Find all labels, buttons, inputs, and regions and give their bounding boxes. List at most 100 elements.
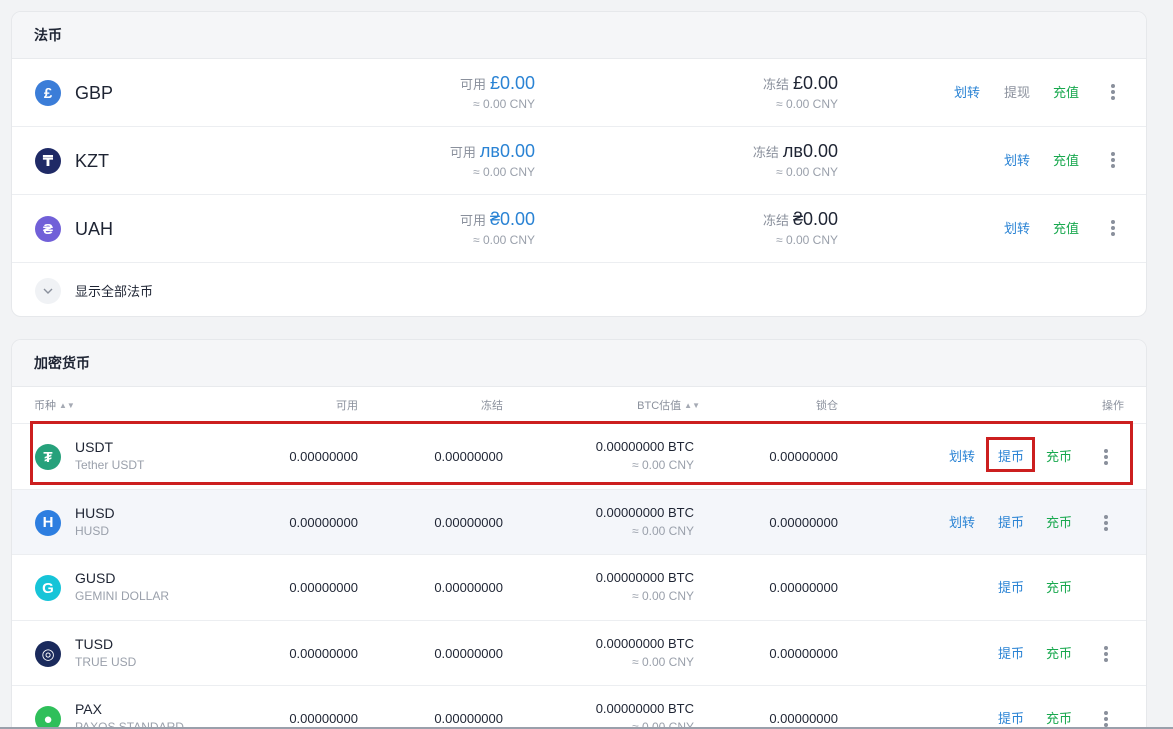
sort-icon[interactable]: ▲▼ (684, 399, 700, 413)
transfer-button[interactable]: 划转 (949, 448, 975, 466)
btc-cny: ≈ 0.00 CNY (632, 523, 694, 538)
deposit-button[interactable]: 充币 (1046, 710, 1072, 728)
locked-amount: 0.00000000 (769, 514, 838, 530)
fiat-code: KZT (75, 151, 109, 171)
husd-icon: H (35, 509, 61, 536)
btc-value: 0.00000000 BTC (595, 504, 694, 520)
btc-valuation: 0.00000000 BTC ≈ 0.00 CNY (596, 438, 694, 474)
column-frozen: 冻结 (481, 400, 503, 412)
frozen-value: лв0.00 (782, 141, 838, 161)
paxos-icon: ● (35, 706, 61, 729)
btc-value: 0.00000000 BTC (595, 570, 694, 585)
btc-valuation: 0.00000000 BTC ≈ 0.00 CNY (596, 504, 694, 540)
fiat-section-title: 法币 (12, 12, 1146, 59)
frozen-cny: ≈ 0.00 CNY (776, 97, 838, 111)
available-balance: 可用 ₴0.00 ≈ 0.00 CNY (460, 208, 535, 249)
more-options-icon[interactable] (1098, 447, 1114, 467)
deposit-button[interactable]: 充币 (1046, 579, 1072, 597)
coin-symbol: PAX (75, 701, 102, 717)
btc-cny: ≈ 0.00 CNY (632, 589, 694, 603)
transfer-button[interactable]: 划转 (949, 514, 975, 532)
available-value: £0.00 (489, 73, 535, 93)
locked-amount: 0.00000000 (769, 645, 838, 661)
gemini-icon: G (35, 575, 61, 601)
withdraw-button[interactable]: 提币 (998, 645, 1024, 663)
available-value: лв0.00 (479, 141, 535, 161)
crypto-section-title: 加密货币 (12, 340, 1146, 387)
fiat-code: UAH (75, 219, 114, 239)
column-coin[interactable]: 币种 ▲▼ (34, 399, 75, 413)
column-btc-label: BTC估值 (637, 400, 682, 412)
more-options-icon[interactable] (1105, 218, 1121, 238)
coin-name: HUSD (75, 523, 110, 538)
available-balance: 可用 лв0.00 ≈ 0.00 CNY (450, 140, 535, 181)
crypto-row-pax: ● PAX PAXOS STANDARD 0.00000000 0.000000… (12, 686, 1146, 729)
crypto-row-tusd: ◎ TUSD TRUE USD 0.00000000 0.00000000 0.… (12, 620, 1146, 686)
deposit-button[interactable]: 充币 (1046, 514, 1072, 532)
available-label: 可用 (459, 77, 486, 92)
available-amount: 0.00000000 (289, 711, 358, 726)
hryvnia-icon: ₴ (35, 216, 61, 242)
withdraw-button[interactable]: 提币 (998, 448, 1024, 466)
available-cny: ≈ 0.00 CNY (473, 97, 535, 111)
btc-value: 0.00000000 BTC (595, 701, 694, 716)
more-options-icon[interactable] (1098, 644, 1114, 664)
available-value: ₴0.00 (489, 209, 535, 229)
available-balance: 可用 £0.00 ≈ 0.00 CNY (460, 72, 535, 113)
frozen-amount: 0.00000000 (434, 449, 503, 464)
btc-valuation: 0.00000000 BTC ≈ 0.00 CNY (596, 569, 694, 605)
withdraw-button[interactable]: 提币 (998, 579, 1024, 597)
transfer-button[interactable]: 划转 (954, 84, 980, 102)
btc-value: 0.00000000 BTC (595, 439, 694, 454)
coin-symbol: TUSD (75, 635, 114, 652)
withdraw-button[interactable]: 提现 (1004, 84, 1030, 102)
deposit-button[interactable]: 充币 (1046, 645, 1072, 663)
deposit-button[interactable]: 充值 (1053, 152, 1079, 170)
show-all-fiat-label[interactable]: 显示全部法币 (75, 283, 153, 300)
column-coin-label: 币种 (34, 400, 56, 412)
deposit-button[interactable]: 充币 (1046, 448, 1072, 466)
show-all-fiat[interactable]: 显示全部法币 (12, 263, 1146, 316)
frozen-label: 冻结 (752, 145, 779, 160)
available-label: 可用 (459, 213, 486, 228)
frozen-amount: 0.00000000 (434, 580, 503, 595)
frozen-value: ₴0.00 (792, 209, 838, 229)
trueusd-icon: ◎ (35, 640, 61, 667)
more-options-icon[interactable] (1098, 709, 1114, 729)
coin-name: Tether USDT (75, 458, 145, 472)
coin-symbol: USDT (75, 439, 114, 455)
more-options-icon[interactable] (1105, 82, 1121, 102)
withdraw-button[interactable]: 提币 (998, 710, 1024, 728)
more-options-icon[interactable] (1098, 513, 1114, 533)
btc-valuation: 0.00000000 BTC ≈ 0.00 CNY (596, 635, 694, 671)
locked-amount: 0.00000000 (769, 449, 838, 464)
frozen-cny: ≈ 0.00 CNY (776, 233, 838, 247)
sort-icon[interactable]: ▲▼ (59, 399, 75, 413)
deposit-button[interactable]: 充值 (1053, 84, 1079, 102)
chevron-down-icon[interactable] (35, 278, 61, 304)
fiat-row-kzt: ₸ KZT 可用 лв0.00 ≈ 0.00 CNY 冻结 лв0.00 ≈ 0.0… (12, 127, 1146, 195)
transfer-button[interactable]: 划转 (1004, 152, 1030, 170)
available-amount: 0.00000000 (289, 580, 358, 595)
coin-name: TRUE USD (75, 654, 137, 669)
transfer-button[interactable]: 划转 (1004, 220, 1030, 238)
frozen-balance: 冻结 ₴0.00 ≈ 0.00 CNY (763, 208, 838, 249)
crypto-card: 加密货币 币种 ▲▼ 可用 冻结 BTC估值 ▲▼ 锁仓 操作 ₮ USDT Tet… (11, 339, 1147, 729)
column-btc-value[interactable]: BTC估值 ▲▼ (637, 399, 700, 413)
available-amount: 0.00000000 (289, 514, 358, 530)
available-cny: ≈ 0.00 CNY (473, 233, 535, 247)
coin-symbol: GUSD (75, 570, 116, 586)
deposit-button[interactable]: 充值 (1053, 220, 1079, 238)
tether-icon: ₮ (35, 444, 61, 470)
available-cny: ≈ 0.00 CNY (473, 165, 535, 179)
btc-value: 0.00000000 BTC (595, 635, 694, 651)
crypto-row-husd: H HUSD HUSD 0.00000000 0.00000000 0.0000… (12, 489, 1146, 555)
frozen-label: 冻结 (762, 213, 789, 228)
more-options-icon[interactable] (1105, 150, 1121, 170)
coin-name: GEMINI DOLLAR (75, 589, 170, 603)
btc-cny: ≈ 0.00 CNY (632, 458, 694, 472)
withdraw-button[interactable]: 提币 (998, 514, 1024, 532)
column-available: 可用 (336, 400, 358, 412)
crypto-row-gusd: G GUSD GEMINI DOLLAR 0.00000000 0.000000… (12, 555, 1146, 621)
tenge-icon: ₸ (35, 148, 61, 174)
